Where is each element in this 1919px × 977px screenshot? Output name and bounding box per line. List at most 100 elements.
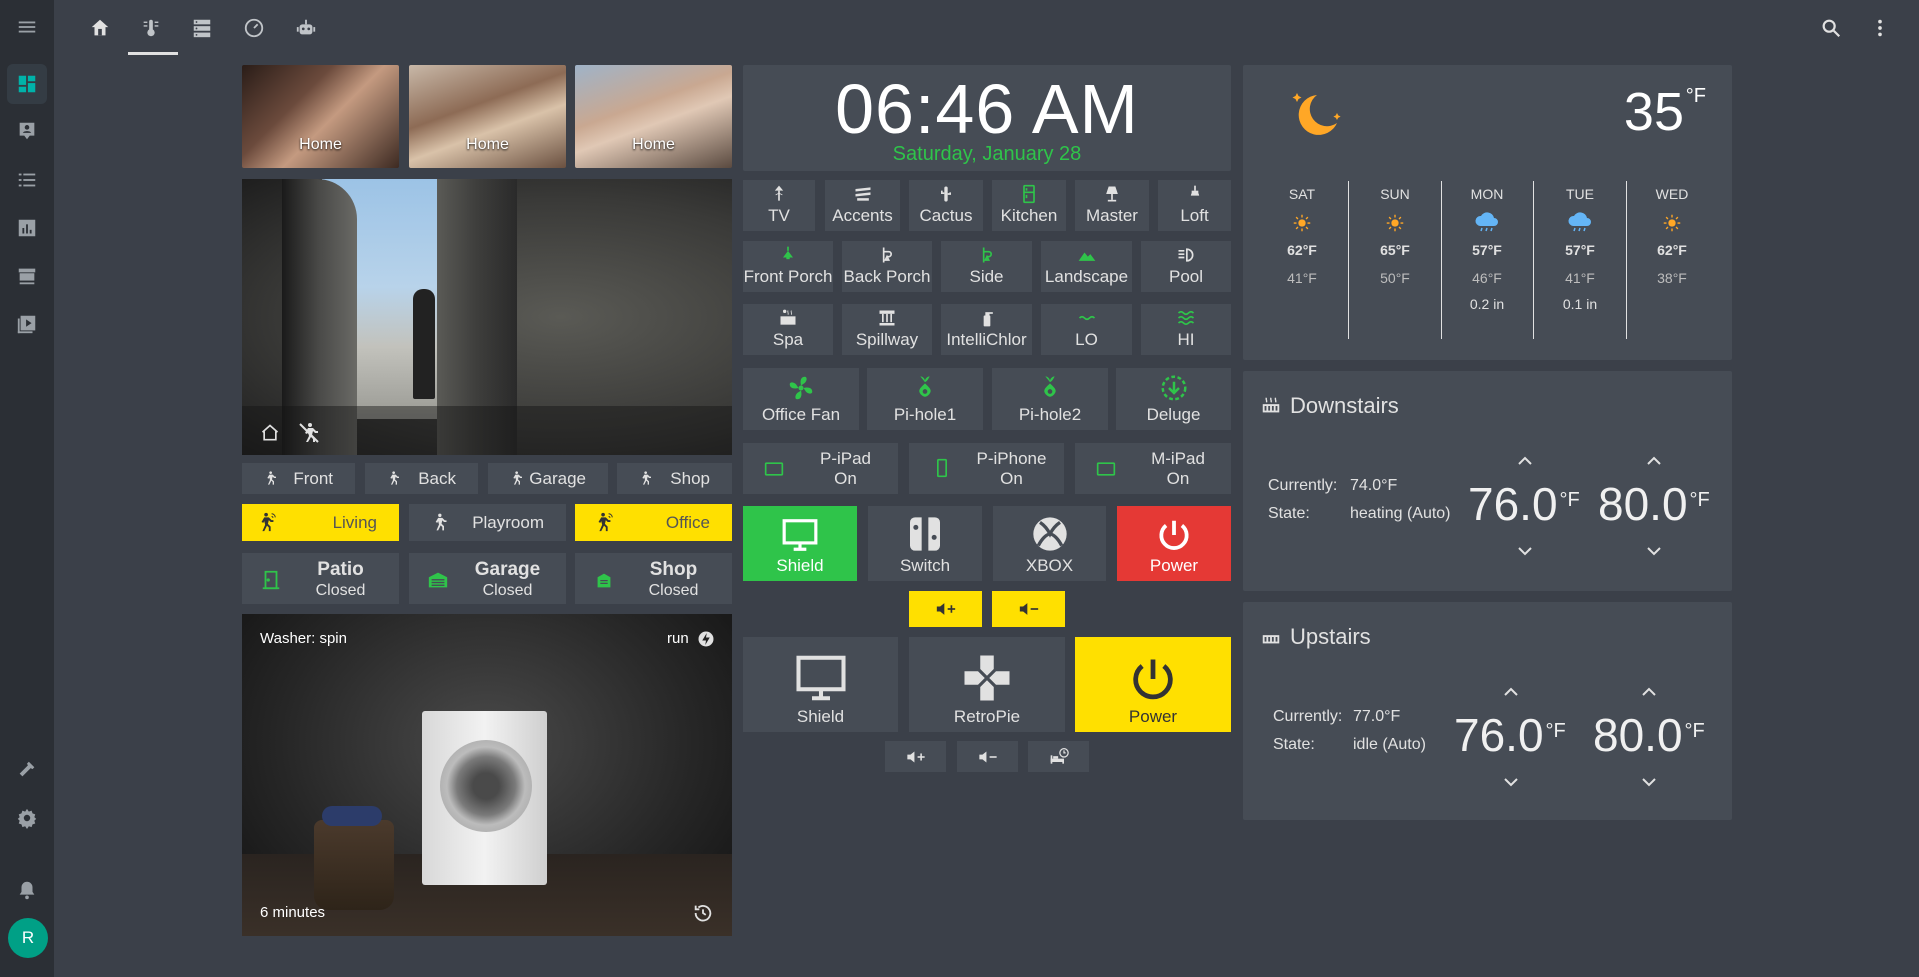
chevron-down-icon[interactable]	[1641, 777, 1657, 787]
sleep-timer-button[interactable]	[1028, 741, 1089, 772]
motion-office[interactable]: Office	[575, 504, 732, 541]
light-kitchen[interactable]: Kitchen	[992, 180, 1066, 231]
camera-thumb-1[interactable]: Home	[242, 65, 399, 168]
light-master[interactable]: Master	[1075, 180, 1149, 231]
motion-garage[interactable]: Garage	[488, 463, 608, 494]
target-temp-low[interactable]: 76.0 °F	[1454, 708, 1566, 762]
light-landscape[interactable]: Landscape	[1041, 241, 1132, 292]
doorbell-camera[interactable]	[242, 179, 732, 455]
forecast-day: WED 62°F 38°F	[1626, 186, 1718, 286]
chevron-down-icon[interactable]	[1517, 546, 1533, 556]
camera-thumb-3[interactable]: Home	[575, 65, 732, 168]
light-tv[interactable]: TV	[743, 180, 815, 231]
media-power-2[interactable]: Power	[1075, 637, 1231, 732]
avatar[interactable]: R	[8, 918, 48, 958]
volume-up-button-2[interactable]	[885, 741, 946, 772]
chart-icon[interactable]	[7, 208, 47, 248]
chevron-up-icon[interactable]	[1641, 687, 1657, 697]
light-label: Kitchen	[1000, 206, 1058, 225]
dashboard-icon[interactable]	[7, 64, 47, 104]
currently-label: Currently:	[1268, 477, 1338, 494]
light-pool[interactable]: Pool	[1141, 241, 1231, 292]
motion-playroom[interactable]: Playroom	[409, 504, 566, 541]
switch-office-fan[interactable]: Office Fan	[743, 368, 859, 430]
motion-living[interactable]: Living	[242, 504, 399, 541]
device-p-iphone[interactable]: P-iPhone On	[909, 443, 1064, 494]
pool-lo[interactable]: LO	[1041, 304, 1132, 355]
media-label: Shield	[796, 707, 845, 726]
media-shield[interactable]: Shield	[743, 506, 857, 581]
camera-thumb-2[interactable]: Home	[409, 65, 566, 168]
hammer-icon[interactable]	[7, 750, 47, 790]
camera-label: Home	[299, 136, 342, 153]
volume-minus-icon	[1019, 603, 1038, 615]
search-icon[interactable]	[1811, 8, 1851, 48]
switch-deluge[interactable]: Deluge	[1116, 368, 1231, 430]
gear-icon[interactable]	[7, 798, 47, 838]
target-temp-low[interactable]: 76.0 °F	[1468, 477, 1580, 531]
pool-hi[interactable]: HI	[1141, 304, 1231, 355]
light-front-porch[interactable]: Front Porch	[743, 241, 833, 292]
motion-label: Living	[332, 513, 377, 532]
nintendo-switch-icon	[910, 517, 940, 551]
chevron-up-icon[interactable]	[1503, 687, 1519, 697]
light-accents[interactable]: Accents	[825, 180, 900, 231]
motion-back[interactable]: Back	[365, 463, 478, 494]
media-switch[interactable]: Switch	[868, 506, 982, 581]
washer-card[interactable]: Washer: spin run 6 minutes	[242, 614, 732, 936]
chevron-down-icon[interactable]	[1503, 777, 1519, 787]
bell-icon[interactable]	[7, 870, 47, 910]
home-icon[interactable]	[260, 423, 280, 443]
door-patio[interactable]: Patio Closed	[242, 553, 399, 604]
dpad-icon	[964, 655, 1010, 701]
chevron-up-icon[interactable]	[1517, 456, 1533, 466]
list-icon[interactable]	[7, 160, 47, 200]
media-xbox[interactable]: XBOX	[993, 506, 1106, 581]
target-temp-high[interactable]: 80.0 °F	[1593, 708, 1705, 762]
device-p-ipad[interactable]: P-iPad On	[743, 443, 898, 494]
history-icon[interactable]	[692, 902, 714, 924]
light-cactus[interactable]: Cactus	[909, 180, 983, 231]
currently-value: 77.0°F	[1353, 708, 1401, 725]
menu-icon[interactable]	[7, 7, 47, 47]
door-shop[interactable]: Shop Closed	[575, 553, 732, 604]
target-temp-high[interactable]: 80.0 °F	[1598, 477, 1710, 531]
switch-pihole2[interactable]: Pi-hole2	[992, 368, 1108, 430]
hacs-icon[interactable]	[7, 256, 47, 296]
motion-shop[interactable]: Shop	[617, 463, 732, 494]
light-side[interactable]: Side	[941, 241, 1032, 292]
pool-spa[interactable]: Spa	[743, 304, 833, 355]
motion-sensor-off-icon[interactable]	[297, 421, 321, 445]
pool-spillway[interactable]: Spillway	[842, 304, 932, 355]
tab-robot[interactable]	[286, 8, 326, 48]
light-loft[interactable]: Loft	[1158, 180, 1231, 231]
volume-down-button[interactable]	[992, 591, 1065, 627]
tab-gauge[interactable]	[234, 8, 274, 48]
media-shield-2[interactable]: Shield	[743, 637, 898, 732]
forecast-high: 62°F	[1657, 242, 1687, 258]
tab-climate[interactable]	[131, 8, 171, 48]
light-back-porch[interactable]: Back Porch	[842, 241, 932, 292]
light-label: Accents	[832, 206, 893, 225]
chevron-down-icon[interactable]	[1646, 546, 1662, 556]
media-power[interactable]: Power	[1117, 506, 1231, 581]
motion-label: Office	[665, 513, 710, 532]
volume-down-button-2[interactable]	[957, 741, 1018, 772]
switch-pihole1[interactable]: Pi-hole1	[867, 368, 983, 430]
chevron-up-icon[interactable]	[1646, 456, 1662, 466]
thermostat-upstairs: Upstairs Currently: 77.0°F State: idle (…	[1243, 602, 1732, 820]
door-garage[interactable]: Garage Closed	[409, 553, 566, 604]
more-options-icon[interactable]	[1860, 8, 1900, 48]
light-label: Loft	[1180, 206, 1209, 225]
tab-servers[interactable]	[182, 8, 222, 48]
motion-front[interactable]: Front	[242, 463, 355, 494]
tab-home[interactable]	[80, 8, 120, 48]
person-card-icon[interactable]	[7, 111, 47, 151]
media-icon[interactable]	[7, 304, 47, 344]
media-retropie[interactable]: RetroPie	[909, 637, 1065, 732]
clock-date: Saturday, January 28	[892, 143, 1082, 165]
volume-up-button[interactable]	[909, 591, 982, 627]
pool-intellichlor[interactable]: IntelliChlor	[941, 304, 1032, 355]
spray-bottle-icon	[983, 312, 993, 327]
device-m-ipad[interactable]: M-iPad On	[1075, 443, 1231, 494]
